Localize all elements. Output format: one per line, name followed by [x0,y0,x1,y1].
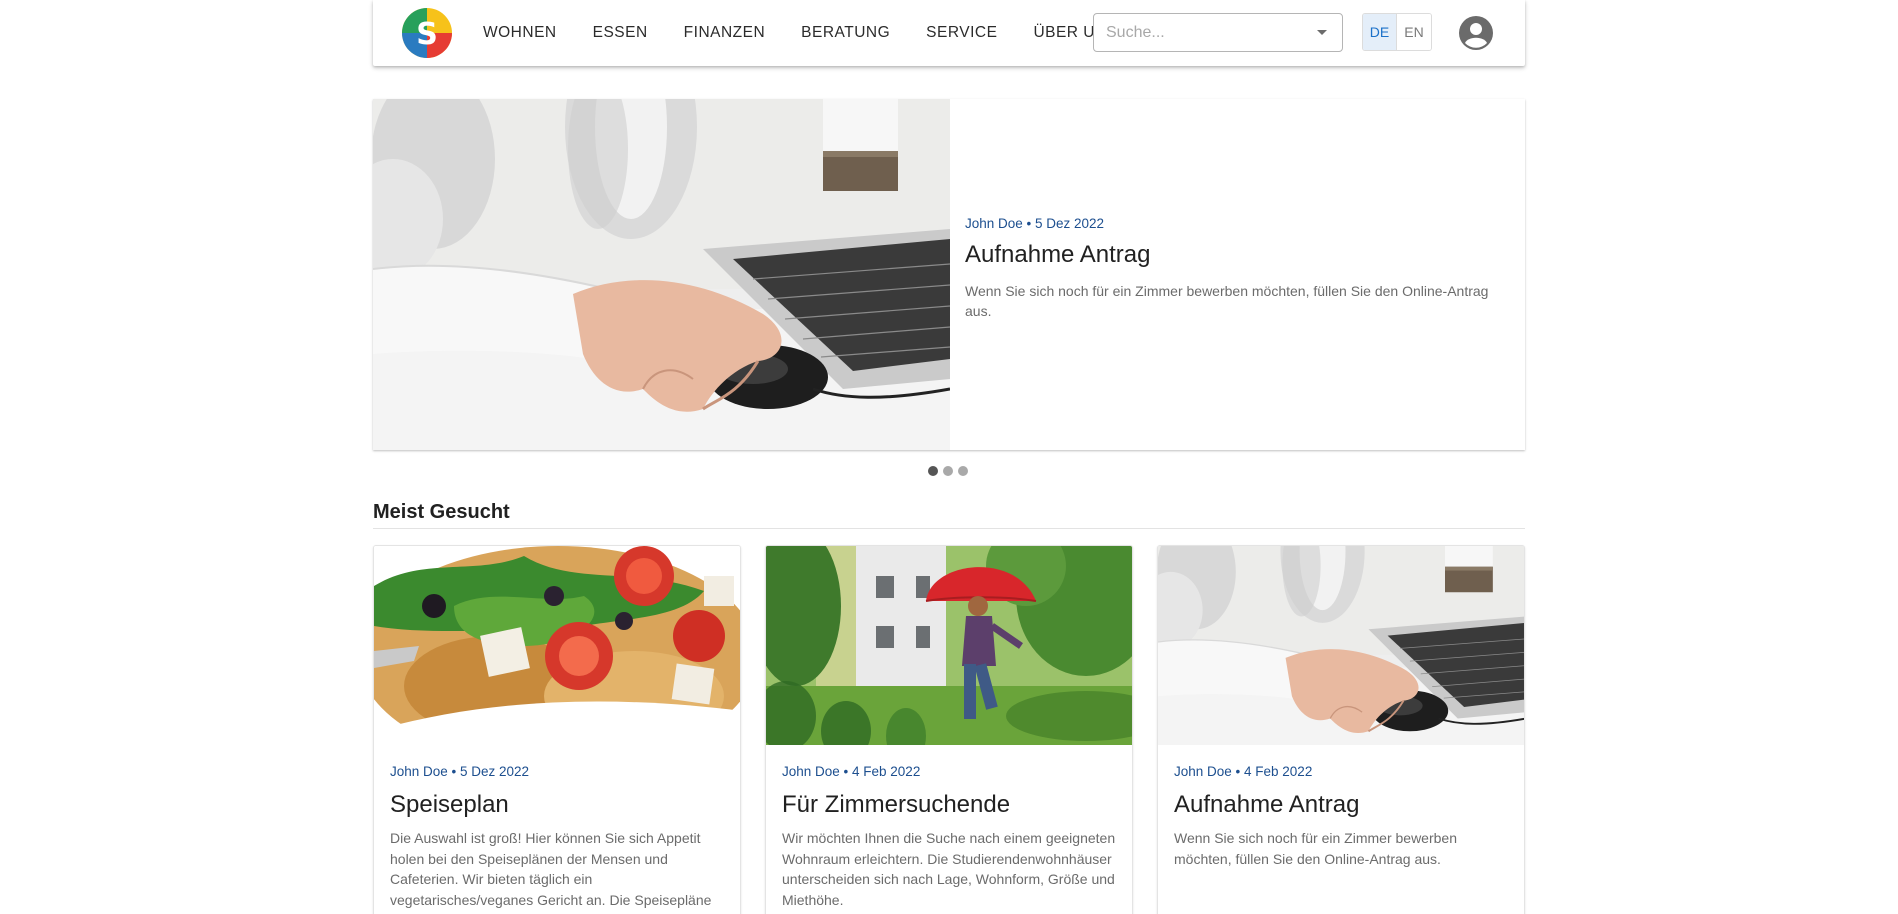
language-de-button[interactable]: DE [1363,14,1397,50]
card-meta: John Doe • 5 Dez 2022 [390,764,530,779]
carousel-dot-3[interactable] [958,466,968,476]
hero-description: Wenn Sie sich noch für ein Zimmer bewerb… [965,283,1489,319]
woman-with-red-umbrella-photo [766,546,1133,745]
card-title[interactable]: Aufnahme Antrag [1174,791,1359,819]
card-meta: John Doe • 4 Feb 2022 [1174,764,1313,779]
chevron-down-icon[interactable] [1316,29,1328,37]
logo-icon[interactable]: S [402,8,452,58]
language-switcher: DE EN [1362,13,1432,51]
nav-item-finanzen[interactable]: FINANZEN [684,24,766,42]
svg-text:S: S [416,17,438,52]
card-title[interactable]: Speiseplan [390,791,509,819]
page: S WOHNEN ESSEN FINANZEN BERATUNG SERVICE… [0,0,1898,914]
main-navigation: WOHNEN ESSEN FINANZEN BERATUNG SERVICE Ü… [483,0,1154,66]
search-input[interactable] [1106,22,1306,44]
hand-on-computer-mouse-photo [373,99,950,450]
card-meta: John Doe • 4 Feb 2022 [782,764,921,779]
nav-item-service[interactable]: SERVICE [926,24,997,42]
card-description: Die Auswahl ist groß! Hier können Sie si… [390,830,712,908]
article-card-speiseplan[interactable]: John Doe • 5 Dez 2022 Speiseplan Die Aus… [373,545,741,914]
card-description: Wenn Sie sich noch für ein Zimmer bewerb… [1174,830,1457,867]
hero-card[interactable]: John Doe • 5 Dez 2022 Aufnahme Antrag We… [373,99,1525,450]
account-circle-icon[interactable] [1458,15,1494,51]
pasta-salad-photo [374,546,741,745]
article-card-zimmersuchende[interactable]: John Doe • 4 Feb 2022 Für Zimmersuchende… [765,545,1133,914]
carousel-dot-2[interactable] [943,466,953,476]
top-app-bar: S WOHNEN ESSEN FINANZEN BERATUNG SERVICE… [373,0,1525,66]
card-title[interactable]: Für Zimmersuchende [782,791,1010,819]
nav-item-wohnen[interactable]: WOHNEN [483,24,557,42]
nav-item-beratung[interactable]: BERATUNG [801,24,890,42]
hero-content: John Doe • 5 Dez 2022 Aufnahme Antrag We… [965,216,1510,321]
card-image [766,546,1133,745]
hand-on-computer-mouse-photo [1158,546,1525,745]
card-image [1158,546,1525,745]
card-description: Wir möchten Ihnen die Suche nach einem g… [782,830,1116,908]
article-card-aufnahme-antrag[interactable]: John Doe • 4 Feb 2022 Aufnahme Antrag We… [1157,545,1525,914]
hero-image [373,99,950,450]
section-title: Meist Gesucht [373,501,510,523]
search-field[interactable] [1093,13,1343,52]
carousel-dot-1[interactable] [928,466,938,476]
hero-title[interactable]: Aufnahme Antrag [965,241,1510,269]
language-en-button[interactable]: EN [1397,14,1431,50]
card-image [374,546,741,745]
nav-item-essen[interactable]: ESSEN [593,24,648,42]
hero-meta: John Doe • 5 Dez 2022 [965,216,1105,231]
section-divider [373,528,1525,529]
carousel-indicators [928,466,973,476]
